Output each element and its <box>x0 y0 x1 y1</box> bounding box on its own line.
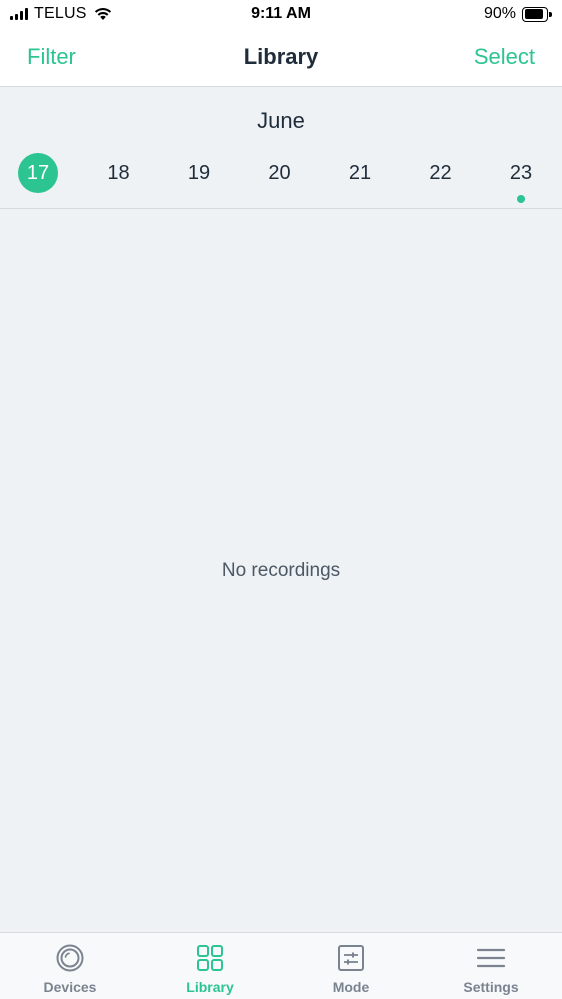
day-number: 22 <box>429 161 452 184</box>
day-number: 23 <box>509 161 533 184</box>
status-time: 9:11 AM <box>251 5 311 22</box>
day-number: 21 <box>348 161 372 184</box>
day-number: 19 <box>187 161 211 184</box>
select-button[interactable]: Select <box>474 44 535 70</box>
day-selector: 17 18 19 20 21 22 23 <box>0 153 562 203</box>
tab-label-devices: Devices <box>43 979 97 995</box>
day-23[interactable]: 23 <box>501 153 541 203</box>
tab-settings[interactable]: Settings <box>421 933 561 999</box>
day-number: 20 <box>268 161 291 184</box>
date-strip: June 17 18 19 20 21 22 23 <box>0 88 562 209</box>
tab-label-settings: Settings <box>463 979 519 995</box>
status-bar: TELUS 9:11 AM 90% <box>0 0 562 30</box>
recording-indicator-dot <box>517 195 525 203</box>
day-17[interactable]: 17 <box>18 153 58 193</box>
day-number: 18 <box>107 161 130 184</box>
navigation-bar: Filter Library Select <box>0 30 562 87</box>
tab-bar: Devices Library Mode Settings <box>0 932 562 999</box>
battery-icon <box>522 6 552 22</box>
tab-label-mode: Mode <box>332 979 370 995</box>
tab-library[interactable]: Library <box>140 933 280 999</box>
camera-lens-icon <box>56 944 84 972</box>
day-number: 17 <box>26 161 50 184</box>
day-21[interactable]: 21 <box>340 153 380 193</box>
grid-icon <box>197 945 223 971</box>
sliders-icon <box>338 945 364 971</box>
day-22[interactable]: 22 <box>421 153 461 193</box>
day-19[interactable]: 19 <box>179 153 219 193</box>
day-20[interactable]: 20 <box>260 153 300 193</box>
tab-mode[interactable]: Mode <box>281 933 421 999</box>
library-screen: TELUS 9:11 AM 90% Filter Library Select … <box>0 0 562 999</box>
status-right: 90% <box>484 5 552 23</box>
battery-percent: 90% <box>483 5 516 22</box>
tab-label-library: Library <box>186 979 234 995</box>
empty-state-message: No recordings <box>221 560 341 581</box>
month-label: June <box>257 108 305 133</box>
menu-icon <box>476 948 506 968</box>
tab-devices[interactable]: Devices <box>0 933 140 999</box>
day-18[interactable]: 18 <box>99 153 139 193</box>
